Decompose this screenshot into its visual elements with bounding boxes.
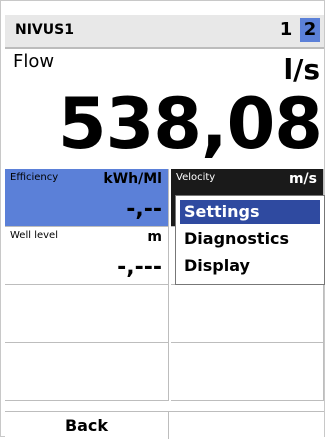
well-level-cell[interactable]: Well level m -,---	[5, 227, 169, 285]
empty-cell[interactable]	[5, 343, 169, 401]
cell-label: Velocity	[176, 172, 216, 183]
cell-unit: m/s	[288, 171, 317, 187]
main-reading-unit: l/s	[283, 53, 321, 86]
cell-label: Efficiency	[10, 172, 59, 183]
empty-cell[interactable]	[171, 285, 324, 343]
page-1-tab[interactable]: 1	[276, 18, 296, 42]
cell-unit: kWh/Ml	[103, 171, 162, 187]
device-title: NIVUS1	[15, 22, 74, 38]
menu-item-settings[interactable]: Settings	[180, 200, 320, 224]
softkey-bar: Back	[5, 411, 324, 439]
cell-value: -,---	[117, 255, 162, 280]
main-reading-label: Flow	[13, 51, 55, 72]
cell-value: -,--	[126, 197, 162, 222]
main-reading: Flow l/s 538,08	[5, 49, 324, 169]
cell-unit: m	[147, 229, 162, 245]
header-bar: NIVUS1 1 2	[5, 15, 324, 49]
menu-item-display[interactable]: Display	[180, 254, 320, 278]
page-2-tab[interactable]: 2	[300, 18, 320, 42]
empty-cell[interactable]	[5, 285, 169, 343]
menu-item-diagnostics[interactable]: Diagnostics	[180, 227, 320, 251]
main-reading-value: 538,08	[57, 83, 323, 165]
efficiency-cell[interactable]: Efficiency kWh/Ml -,--	[5, 169, 169, 227]
context-menu: Settings Diagnostics Display	[175, 195, 325, 285]
device-screen: NIVUS1 1 2 Flow l/s 538,08 Efficiency kW…	[0, 0, 325, 439]
empty-cell[interactable]	[171, 343, 324, 401]
back-button[interactable]: Back	[5, 412, 169, 439]
cell-label: Well level	[10, 230, 58, 241]
